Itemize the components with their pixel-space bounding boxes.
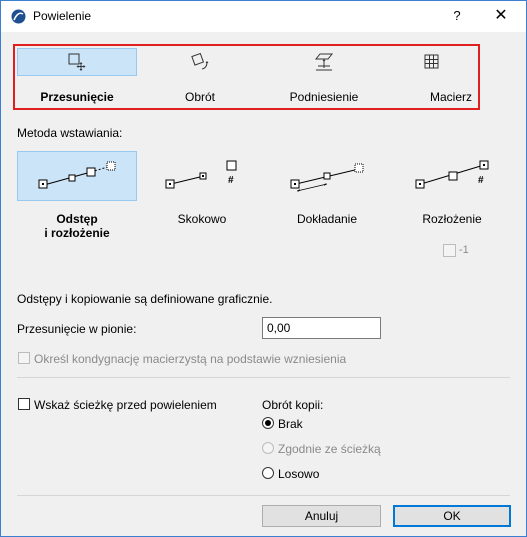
additive-icon xyxy=(290,163,364,192)
method-label-text: Skokowo xyxy=(177,212,227,226)
rotation-follow-path-radio[interactable] xyxy=(262,442,274,454)
method-label-text: Dokładanie xyxy=(296,212,358,226)
window-title: Powielenie xyxy=(33,9,92,23)
show-path-label: Wskaż ścieżkę przed powieleniem xyxy=(34,398,217,412)
method-spacing-distribution[interactable]: Odstęp i rozłożenie xyxy=(17,151,137,241)
vertical-offset-input[interactable]: 0,00 xyxy=(262,317,381,339)
distribution-icon: # xyxy=(415,160,489,189)
rotation-random-radio[interactable] xyxy=(262,467,274,479)
elevate-icon xyxy=(314,53,334,71)
master-story-label: Określ kondygnację macierzystą na podsta… xyxy=(34,352,347,366)
tab-label: Podniesienie xyxy=(289,90,359,104)
tab-matrix[interactable]: Macierz xyxy=(388,48,476,104)
rotate-icon xyxy=(191,52,209,70)
rotation-none-radio[interactable] xyxy=(262,417,274,429)
method-step[interactable]: # Skokowo xyxy=(142,151,262,241)
cancel-button[interactable]: Anuluj xyxy=(262,505,381,527)
hash-icon: # xyxy=(228,175,234,186)
rotation-random-label: Losowo xyxy=(278,467,320,481)
tab-label: Przesunięcie xyxy=(40,90,114,104)
tab-label: Obrót xyxy=(184,90,215,104)
vertical-offset-label: Przesunięcie w pionie: xyxy=(17,322,137,336)
minus-one-checkbox[interactable] xyxy=(443,244,456,257)
info-text: Odstępy i kopiowanie są definiowane graf… xyxy=(17,292,273,306)
duplicate-dialog: Powielenie ? ✕ Przesunięcie Obrót Podnie… xyxy=(0,0,527,537)
separator xyxy=(17,495,510,496)
step-icon: # xyxy=(165,160,237,189)
tab-elevate[interactable]: Podniesienie xyxy=(263,48,385,104)
app-icon xyxy=(11,9,26,24)
ok-button[interactable]: OK xyxy=(393,505,511,527)
master-story-checkbox[interactable] xyxy=(18,352,30,364)
rotation-none-label: Brak xyxy=(278,417,303,431)
minus-one-label: -1 xyxy=(459,244,469,256)
tab-label: Macierz xyxy=(429,90,472,104)
show-path-checkbox[interactable] xyxy=(18,398,30,410)
move-icon xyxy=(68,53,86,71)
method-distribution[interactable]: # Rozłożenie xyxy=(392,151,512,241)
tab-move[interactable]: Przesunięcie xyxy=(17,48,137,104)
method-label-text: Odstęp i rozłożenie xyxy=(44,212,110,240)
title-bar: Powielenie ? ✕ xyxy=(1,1,526,32)
operation-tabs: Przesunięcie Obrót Podniesienie Macierz xyxy=(13,44,480,110)
method-label: Metoda wstawiania: xyxy=(17,126,123,140)
matrix-icon xyxy=(424,54,439,69)
method-label-text: Rozłożenie xyxy=(422,212,482,226)
spacing-distribution-icon xyxy=(38,161,116,189)
rotation-label: Obrót kopii: xyxy=(262,398,324,412)
method-additive[interactable]: Dokładanie xyxy=(267,151,387,241)
separator xyxy=(17,377,510,378)
rotation-follow-path-label: Zgodnie ze ścieżką xyxy=(278,442,381,456)
close-button[interactable]: ✕ xyxy=(491,6,511,26)
help-button[interactable]: ? xyxy=(447,6,467,26)
hash-icon: # xyxy=(478,175,484,186)
tab-rotate[interactable]: Obrót xyxy=(140,48,260,104)
